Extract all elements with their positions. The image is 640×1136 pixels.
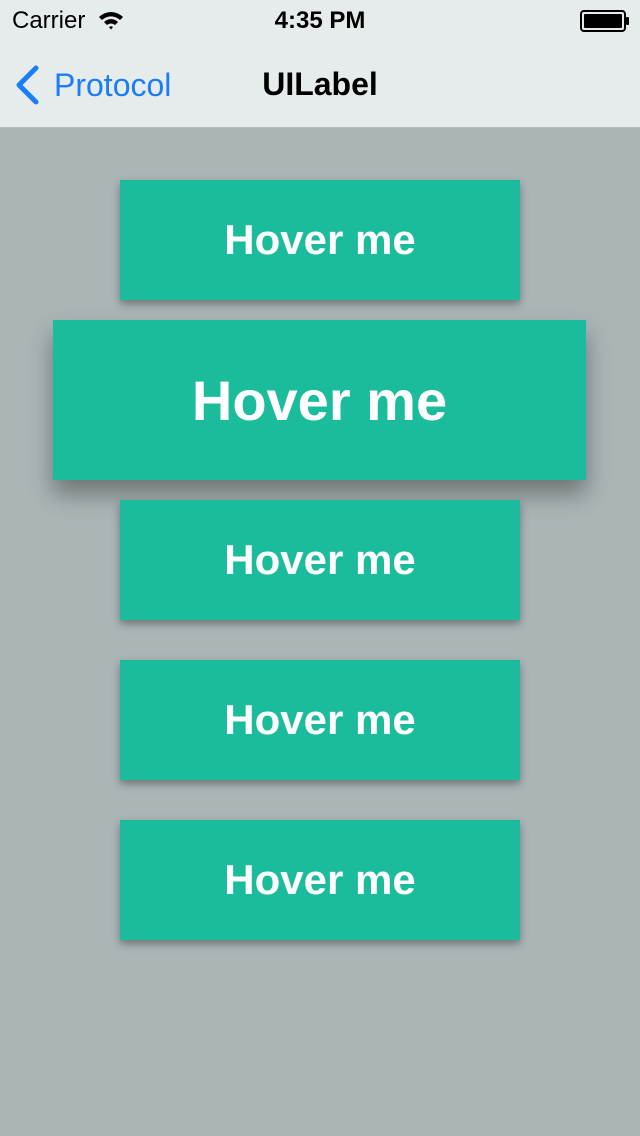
- hover-button-label: Hover me: [191, 368, 448, 432]
- hover-button-3[interactable]: Hover me: [120, 500, 520, 620]
- hover-button-4[interactable]: Hover me: [120, 660, 520, 780]
- status-time: 4:35 PM: [274, 7, 366, 34]
- hover-button-5[interactable]: Hover me: [120, 820, 520, 940]
- nav-title: UILabel: [262, 66, 378, 102]
- top-bar: Carrier 4:35 PM Protocol UILabel: [0, 0, 640, 128]
- navigation-bar: Protocol UILabel: [0, 40, 640, 128]
- hover-button-label: Hover me: [224, 216, 416, 263]
- battery-full-icon: [580, 10, 629, 32]
- hover-button-label: Hover me: [224, 536, 416, 583]
- hover-button-label: Hover me: [224, 696, 416, 743]
- status-bar: Carrier 4:35 PM: [0, 0, 640, 40]
- hover-button-label: Hover me: [224, 856, 416, 903]
- hover-button-1[interactable]: Hover me: [120, 180, 520, 300]
- hover-button-2-hovered[interactable]: Hover me: [53, 320, 586, 480]
